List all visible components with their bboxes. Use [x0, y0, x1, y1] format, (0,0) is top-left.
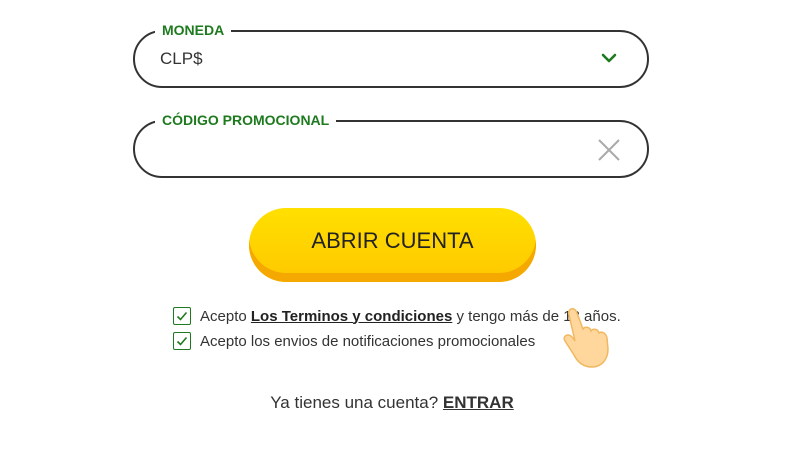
terms-row: Acepto Los Terminos y condiciones y teng…: [173, 306, 621, 326]
login-prompt-text: Ya tienes una cuenta?: [270, 393, 439, 412]
close-icon[interactable]: [597, 138, 621, 162]
terms-prefix: Acepto: [200, 307, 251, 325]
notifications-checkbox[interactable]: [173, 332, 191, 350]
open-account-button[interactable]: ABRIR CUENTA: [249, 208, 536, 282]
registration-form: MONEDA CLP$ CÓDIGO PROMOCIONAL ABRIR CUE…: [0, 0, 800, 450]
currency-value: CLP$: [160, 49, 203, 68]
terms-checkbox[interactable]: [173, 307, 191, 325]
chevron-down-icon[interactable]: [601, 52, 617, 64]
login-prompt: Ya tienes una cuenta? ENTRAR: [0, 393, 784, 413]
notifications-label: Acepto los envios de notificaciones prom…: [200, 332, 536, 350]
checkmark-icon: [176, 336, 188, 346]
promo-code-field[interactable]: CÓDIGO PROMOCIONAL: [133, 109, 649, 178]
promo-code-label: CÓDIGO PROMOCIONAL: [155, 109, 337, 131]
terms-link[interactable]: Los Terminos y condiciones: [251, 308, 452, 325]
currency-select[interactable]: MONEDA CLP$: [133, 19, 649, 88]
checkmark-icon: [176, 311, 188, 321]
notifications-row: Acepto los envios de notificaciones prom…: [173, 331, 535, 351]
login-link[interactable]: ENTRAR: [443, 393, 514, 412]
pointing-hand-icon: [563, 308, 609, 368]
